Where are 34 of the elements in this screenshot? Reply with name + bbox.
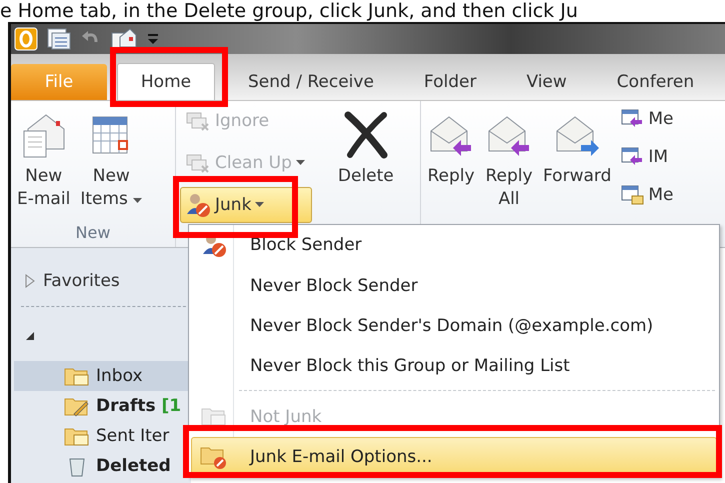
collapse-arrow-icon[interactable] [25,331,35,341]
menu-item[interactable]: Never Block this Group or Mailing List [191,346,717,386]
group-label: New [74,223,112,244]
folder-item[interactable]: Inbox [14,361,191,391]
ribbon-button[interactable]: IM [619,141,675,173]
expand-arrow-icon [25,274,35,288]
ribbon-tab[interactable]: Conferen [592,64,720,100]
caret-icon [296,160,305,166]
caret-icon [255,202,264,208]
ribbon-tab[interactable]: Home [117,63,215,100]
blocked-person-icon [185,192,211,218]
menu-item[interactable]: Never Block Sender's Domain (@example.com) [191,306,717,346]
caret-icon [133,198,142,204]
ribbon-button[interactable]: Me [619,179,675,211]
folder-item[interactable]: Deleted [14,451,191,481]
ribbon-tab[interactable]: Folder [398,64,502,100]
clean-up-icon [185,152,211,174]
ribbon-tab[interactable]: View [501,64,592,100]
customize-toolbar-icon[interactable] [146,31,160,47]
folder-item[interactable]: Drafts [1 [14,391,191,421]
calendar-icon [620,184,644,206]
save-all-icon[interactable] [46,27,72,51]
new-item-button[interactable]: New E-mail [15,109,72,223]
ignore-icon [185,110,211,132]
menu-item[interactable]: Never Block Sender [191,265,717,306]
new-item-button[interactable]: New Items [78,109,144,223]
ribbon-button[interactable]: Me [619,103,675,135]
junk-button[interactable]: Junk [180,187,312,223]
app-logo-icon [14,27,38,51]
folder-item[interactable]: Sent Iter [14,421,191,451]
instruction-text: e Home tab, in the Delete group, click Junk, and then click Ju [0,0,578,22]
delete-x-icon [342,109,390,161]
ribbon-tab[interactable]: Send / Receive [223,64,399,100]
favorites-item[interactable]: Favorites [11,266,191,296]
